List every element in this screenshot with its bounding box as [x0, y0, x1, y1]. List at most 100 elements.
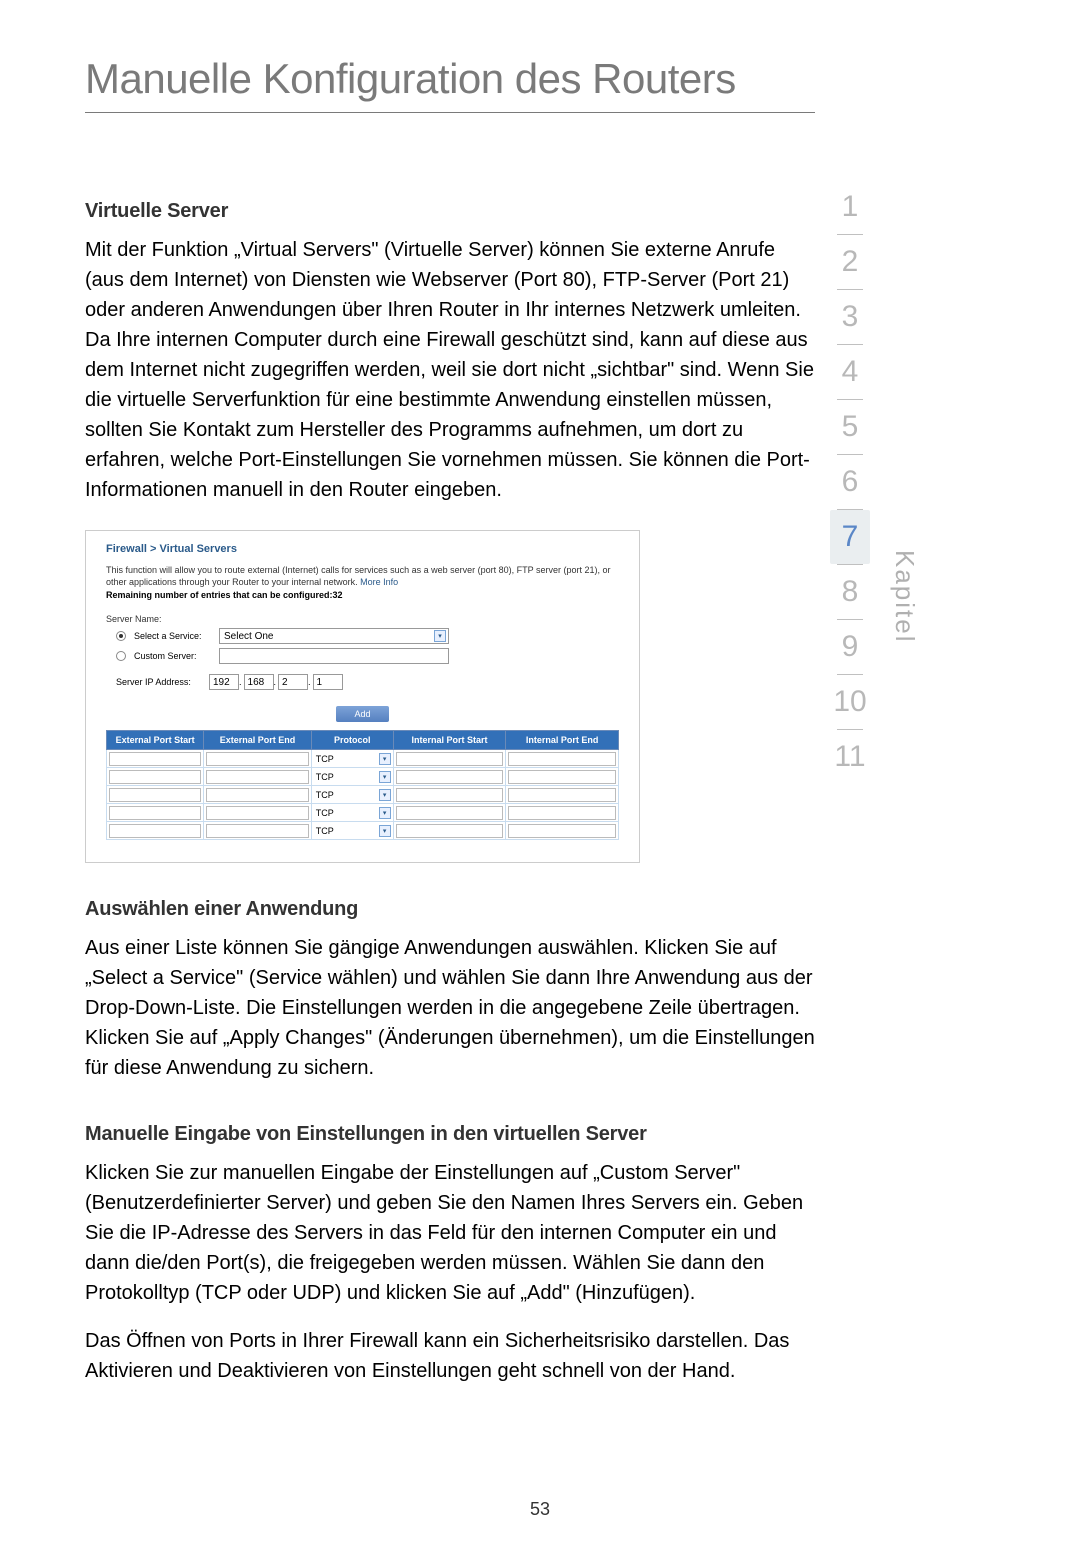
table-row: TCP▾ — [107, 750, 619, 768]
table-cell: TCP▾ — [311, 822, 393, 840]
chapter-3[interactable]: 3 — [830, 290, 870, 344]
ui-desc-text: This function will allow you to route ex… — [106, 565, 611, 587]
protocol-value: TCP — [314, 826, 377, 836]
kapitel-label: Kapitel — [889, 550, 920, 644]
port-input[interactable] — [508, 788, 616, 802]
port-input[interactable] — [109, 824, 201, 838]
port-input[interactable] — [396, 824, 504, 838]
section-body-virtual-servers: Mit der Funktion „Virtual Servers" (Virt… — [85, 235, 815, 505]
table-cell — [506, 768, 619, 786]
table-cell — [107, 804, 204, 822]
ip-octet-2[interactable]: 168 — [244, 674, 274, 690]
table-cell — [393, 822, 506, 840]
table-cell — [204, 750, 312, 768]
section-head-virtual-servers: Virtuelle Server — [85, 200, 815, 223]
table-cell: TCP▾ — [311, 804, 393, 822]
port-input[interactable] — [206, 824, 309, 838]
section-body-manual-entry-1: Klicken Sie zur manuellen Eingabe der Ei… — [85, 1158, 815, 1308]
port-input[interactable] — [396, 770, 504, 784]
table-cell — [204, 822, 312, 840]
chapter-4[interactable]: 4 — [830, 345, 870, 399]
table-row: TCP▾ — [107, 822, 619, 840]
th-int-end: Internal Port End — [506, 731, 619, 750]
port-input[interactable] — [109, 788, 201, 802]
chapter-9[interactable]: 9 — [830, 620, 870, 674]
chapter-7[interactable]: 7 — [830, 510, 870, 564]
port-input[interactable] — [396, 752, 504, 766]
port-input[interactable] — [206, 752, 309, 766]
chapter-1[interactable]: 1 — [830, 180, 870, 234]
port-input[interactable] — [396, 788, 504, 802]
section-body-select-app: Aus einer Liste können Sie gängige Anwen… — [85, 933, 815, 1083]
table-cell — [107, 786, 204, 804]
protocol-value: TCP — [314, 808, 377, 818]
table-cell — [204, 786, 312, 804]
ui-description: This function will allow you to route ex… — [106, 565, 619, 588]
port-input[interactable] — [508, 752, 616, 766]
table-header-row: External Port Start External Port End Pr… — [107, 731, 619, 750]
port-input[interactable] — [396, 806, 504, 820]
more-info-link[interactable]: More Info — [360, 577, 398, 587]
chapter-8[interactable]: 8 — [830, 565, 870, 619]
th-ext-start: External Port Start — [107, 731, 204, 750]
radio-custom-server[interactable] — [116, 651, 126, 661]
chapter-5[interactable]: 5 — [830, 400, 870, 454]
page-title: Manuelle Konfiguration des Routers — [85, 55, 736, 103]
table-cell — [107, 750, 204, 768]
table-cell — [506, 804, 619, 822]
table-cell — [393, 768, 506, 786]
protocol-value: TCP — [314, 772, 377, 782]
ip-label: Server IP Address: — [116, 677, 209, 687]
table-cell — [107, 822, 204, 840]
port-input[interactable] — [109, 770, 201, 784]
ip-octet-4[interactable]: 1 — [313, 674, 343, 690]
ip-address-row: Server IP Address: 192. 168. 2. 1 — [106, 674, 619, 690]
table-cell: TCP▾ — [311, 768, 393, 786]
port-input[interactable] — [109, 752, 201, 766]
table-row: TCP▾ — [107, 768, 619, 786]
port-input[interactable] — [508, 770, 616, 784]
select-service-dropdown[interactable]: Select One ▾ — [219, 628, 449, 644]
chevron-down-icon[interactable]: ▾ — [379, 771, 391, 783]
custom-server-input[interactable] — [219, 648, 449, 664]
router-ui-screenshot: Firewall > Virtual Servers This function… — [85, 530, 640, 863]
chevron-down-icon[interactable]: ▾ — [379, 753, 391, 765]
select-service-row: Select a Service: Select One ▾ — [106, 628, 619, 644]
chevron-down-icon[interactable]: ▾ — [379, 807, 391, 819]
th-int-start: Internal Port Start — [393, 731, 506, 750]
radio-select-service[interactable] — [116, 631, 126, 641]
port-input[interactable] — [206, 806, 309, 820]
ip-octet-1[interactable]: 192 — [209, 674, 239, 690]
chevron-down-icon[interactable]: ▾ — [379, 825, 391, 837]
breadcrumb: Firewall > Virtual Servers — [106, 543, 619, 555]
add-button-row: Add — [106, 706, 619, 722]
ip-octet-3[interactable]: 2 — [278, 674, 308, 690]
table-cell — [506, 822, 619, 840]
select-service-label: Select a Service: — [134, 631, 219, 641]
table-row: TCP▾ — [107, 804, 619, 822]
section-head-select-app: Auswählen einer Anwendung — [85, 898, 815, 921]
chapter-10[interactable]: 10 — [830, 675, 870, 729]
content-column: Virtuelle Server Mit der Funktion „Virtu… — [85, 200, 815, 1411]
th-protocol: Protocol — [311, 731, 393, 750]
table-cell — [506, 786, 619, 804]
port-input[interactable] — [206, 770, 309, 784]
port-input[interactable] — [508, 806, 616, 820]
port-input[interactable] — [206, 788, 309, 802]
protocol-value: TCP — [314, 790, 377, 800]
chevron-down-icon: ▾ — [434, 630, 446, 642]
chapter-2[interactable]: 2 — [830, 235, 870, 289]
add-button[interactable]: Add — [336, 706, 388, 722]
port-input[interactable] — [109, 806, 201, 820]
chapter-rail: 1234567891011 — [830, 180, 870, 784]
table-cell — [506, 750, 619, 768]
table-cell: TCP▾ — [311, 786, 393, 804]
table-row: TCP▾ — [107, 786, 619, 804]
chapter-11[interactable]: 11 — [830, 730, 870, 784]
section-head-manual-entry: Manuelle Eingabe von Einstellungen in de… — [85, 1123, 815, 1146]
port-input[interactable] — [508, 824, 616, 838]
table-cell — [204, 768, 312, 786]
chapter-6[interactable]: 6 — [830, 455, 870, 509]
custom-server-label: Custom Server: — [134, 651, 219, 661]
chevron-down-icon[interactable]: ▾ — [379, 789, 391, 801]
